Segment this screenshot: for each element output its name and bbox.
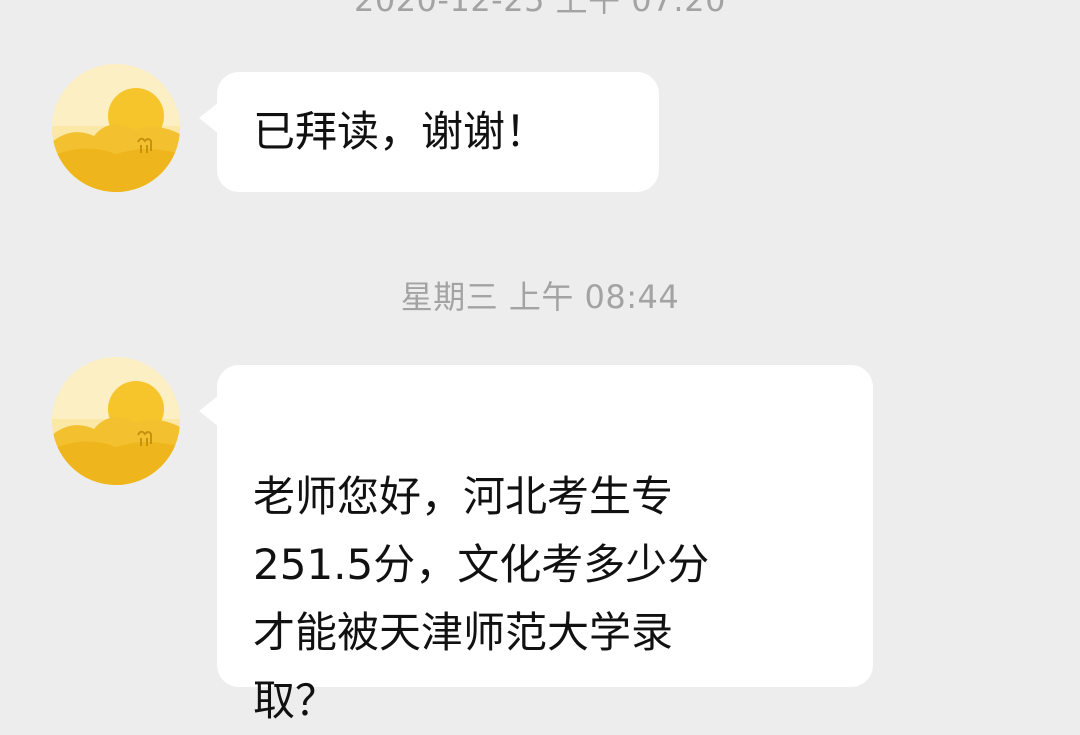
- contact-avatar[interactable]: [52, 357, 180, 485]
- message-timestamp: 星期三 上午 08:44: [400, 278, 680, 316]
- contact-avatar[interactable]: [52, 64, 180, 192]
- message-text: 已拜读，谢谢！: [253, 107, 548, 156]
- message-timestamp: 2020-12-25 上午 07:20: [353, 0, 727, 19]
- desert-camel-icon: [52, 64, 180, 192]
- message-bubble[interactable]: 已拜读，谢谢！: [199, 72, 659, 192]
- message-text: 老师您好，河北考生专 251.5分，文化考多少分 才能被天津师范大学录 取？: [253, 472, 710, 725]
- message-bubble[interactable]: 老师您好，河北考生专 251.5分，文化考多少分 才能被天津师范大学录 取？: [199, 365, 873, 725]
- desert-camel-icon: [52, 357, 180, 485]
